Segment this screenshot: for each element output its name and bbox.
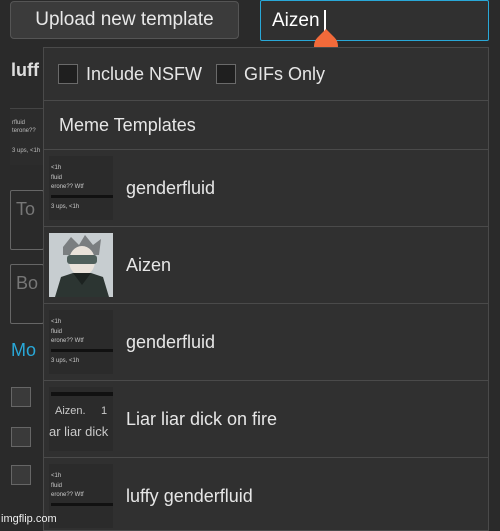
filter-bar: Include NSFW GIFs Only xyxy=(44,48,488,101)
template-name: genderfluid xyxy=(126,331,216,352)
template-thumbnail-aizen xyxy=(49,233,113,297)
more-options-link[interactable]: Mo xyxy=(11,340,36,361)
thumb-line: fluid xyxy=(51,175,63,181)
thumb-line: 1 xyxy=(101,405,108,417)
aizen-portrait-image xyxy=(49,233,113,297)
template-search-dropdown: Include NSFW GIFs Only Meme Templates <1… xyxy=(43,47,489,531)
thumb-line: erone?? Wtf xyxy=(51,184,84,190)
template-list-item[interactable]: <1h fluid erone?? Wtf 3 ups, <1h genderf… xyxy=(44,304,488,381)
thumb-line: 3 ups, <1h xyxy=(51,204,80,210)
background-heading: luff xyxy=(11,60,39,80)
bg-thumb-line: terone?? xyxy=(12,128,36,134)
thumb-line: erone?? Wtf xyxy=(51,338,84,344)
template-thumbnail: <1h fluid erone?? Wtf 3 ups, <1h xyxy=(49,310,113,374)
checkbox-label: Include NSFW xyxy=(86,63,203,84)
thumb-line: erone?? Wtf xyxy=(51,492,84,498)
background-checkbox[interactable] xyxy=(11,387,31,407)
template-list-item[interactable]: <1h fluid erone?? Wtf 3 ups, <1h genderf… xyxy=(44,150,488,227)
template-thumbnail: Aizen. 1 ar liar dick xyxy=(49,387,113,451)
thumb-bar xyxy=(51,349,113,352)
background-checkbox[interactable] xyxy=(11,427,31,447)
template-name: luffy genderfluid xyxy=(126,485,253,506)
thumb-line: <1h xyxy=(51,165,62,171)
bottom-text-field[interactable]: Bo xyxy=(10,264,44,324)
background-thumbnail: rfluid terone?? 3 ups, <1h xyxy=(10,108,44,165)
thumb-line: 3 ups, <1h xyxy=(51,358,80,364)
section-title: Meme Templates xyxy=(44,101,488,150)
thumb-line: <1h xyxy=(51,473,62,479)
template-thumbnail: <1h fluid erone?? Wtf xyxy=(49,464,113,528)
top-text-field[interactable]: To xyxy=(10,190,44,250)
checkbox-box[interactable] xyxy=(216,64,237,84)
template-name: genderfluid xyxy=(126,177,216,198)
upload-template-button[interactable]: Upload new template xyxy=(10,1,239,39)
checkbox-label: GIFs Only xyxy=(244,63,326,84)
thumb-line: ar liar dick xyxy=(49,424,109,439)
search-value: Aizen xyxy=(272,9,320,31)
template-list-item[interactable]: Aizen. 1 ar liar dick Liar liar dick on … xyxy=(44,381,488,458)
background-checkbox[interactable] xyxy=(11,465,31,485)
bg-thumb-line: 3 ups, <1h xyxy=(12,148,41,154)
template-thumbnail: <1h fluid erone?? Wtf 3 ups, <1h xyxy=(49,156,113,220)
thumb-bar xyxy=(51,503,113,506)
template-name: Liar liar dick on fire xyxy=(126,408,278,429)
thumb-bar xyxy=(51,195,113,198)
thumb-line: <1h xyxy=(51,319,62,325)
template-name: Aizen xyxy=(126,254,172,275)
thumb-line: fluid xyxy=(51,329,63,335)
bg-thumb-line: rfluid xyxy=(12,120,26,126)
checkbox-box[interactable] xyxy=(58,64,78,84)
gifs-only-checkbox[interactable]: GIFs Only xyxy=(216,64,325,85)
template-list-item[interactable]: Aizen xyxy=(44,227,488,304)
thumb-bar xyxy=(51,392,113,396)
watermark: imgflip.com xyxy=(1,513,57,525)
include-nsfw-checkbox[interactable]: Include NSFW xyxy=(58,64,202,85)
thumb-line: Aizen. xyxy=(55,405,86,417)
template-search-input[interactable]: Aizen xyxy=(260,0,489,41)
template-list-item[interactable]: <1h fluid erone?? Wtf luffy genderfluid xyxy=(44,458,488,530)
thumb-line: fluid xyxy=(51,483,63,489)
